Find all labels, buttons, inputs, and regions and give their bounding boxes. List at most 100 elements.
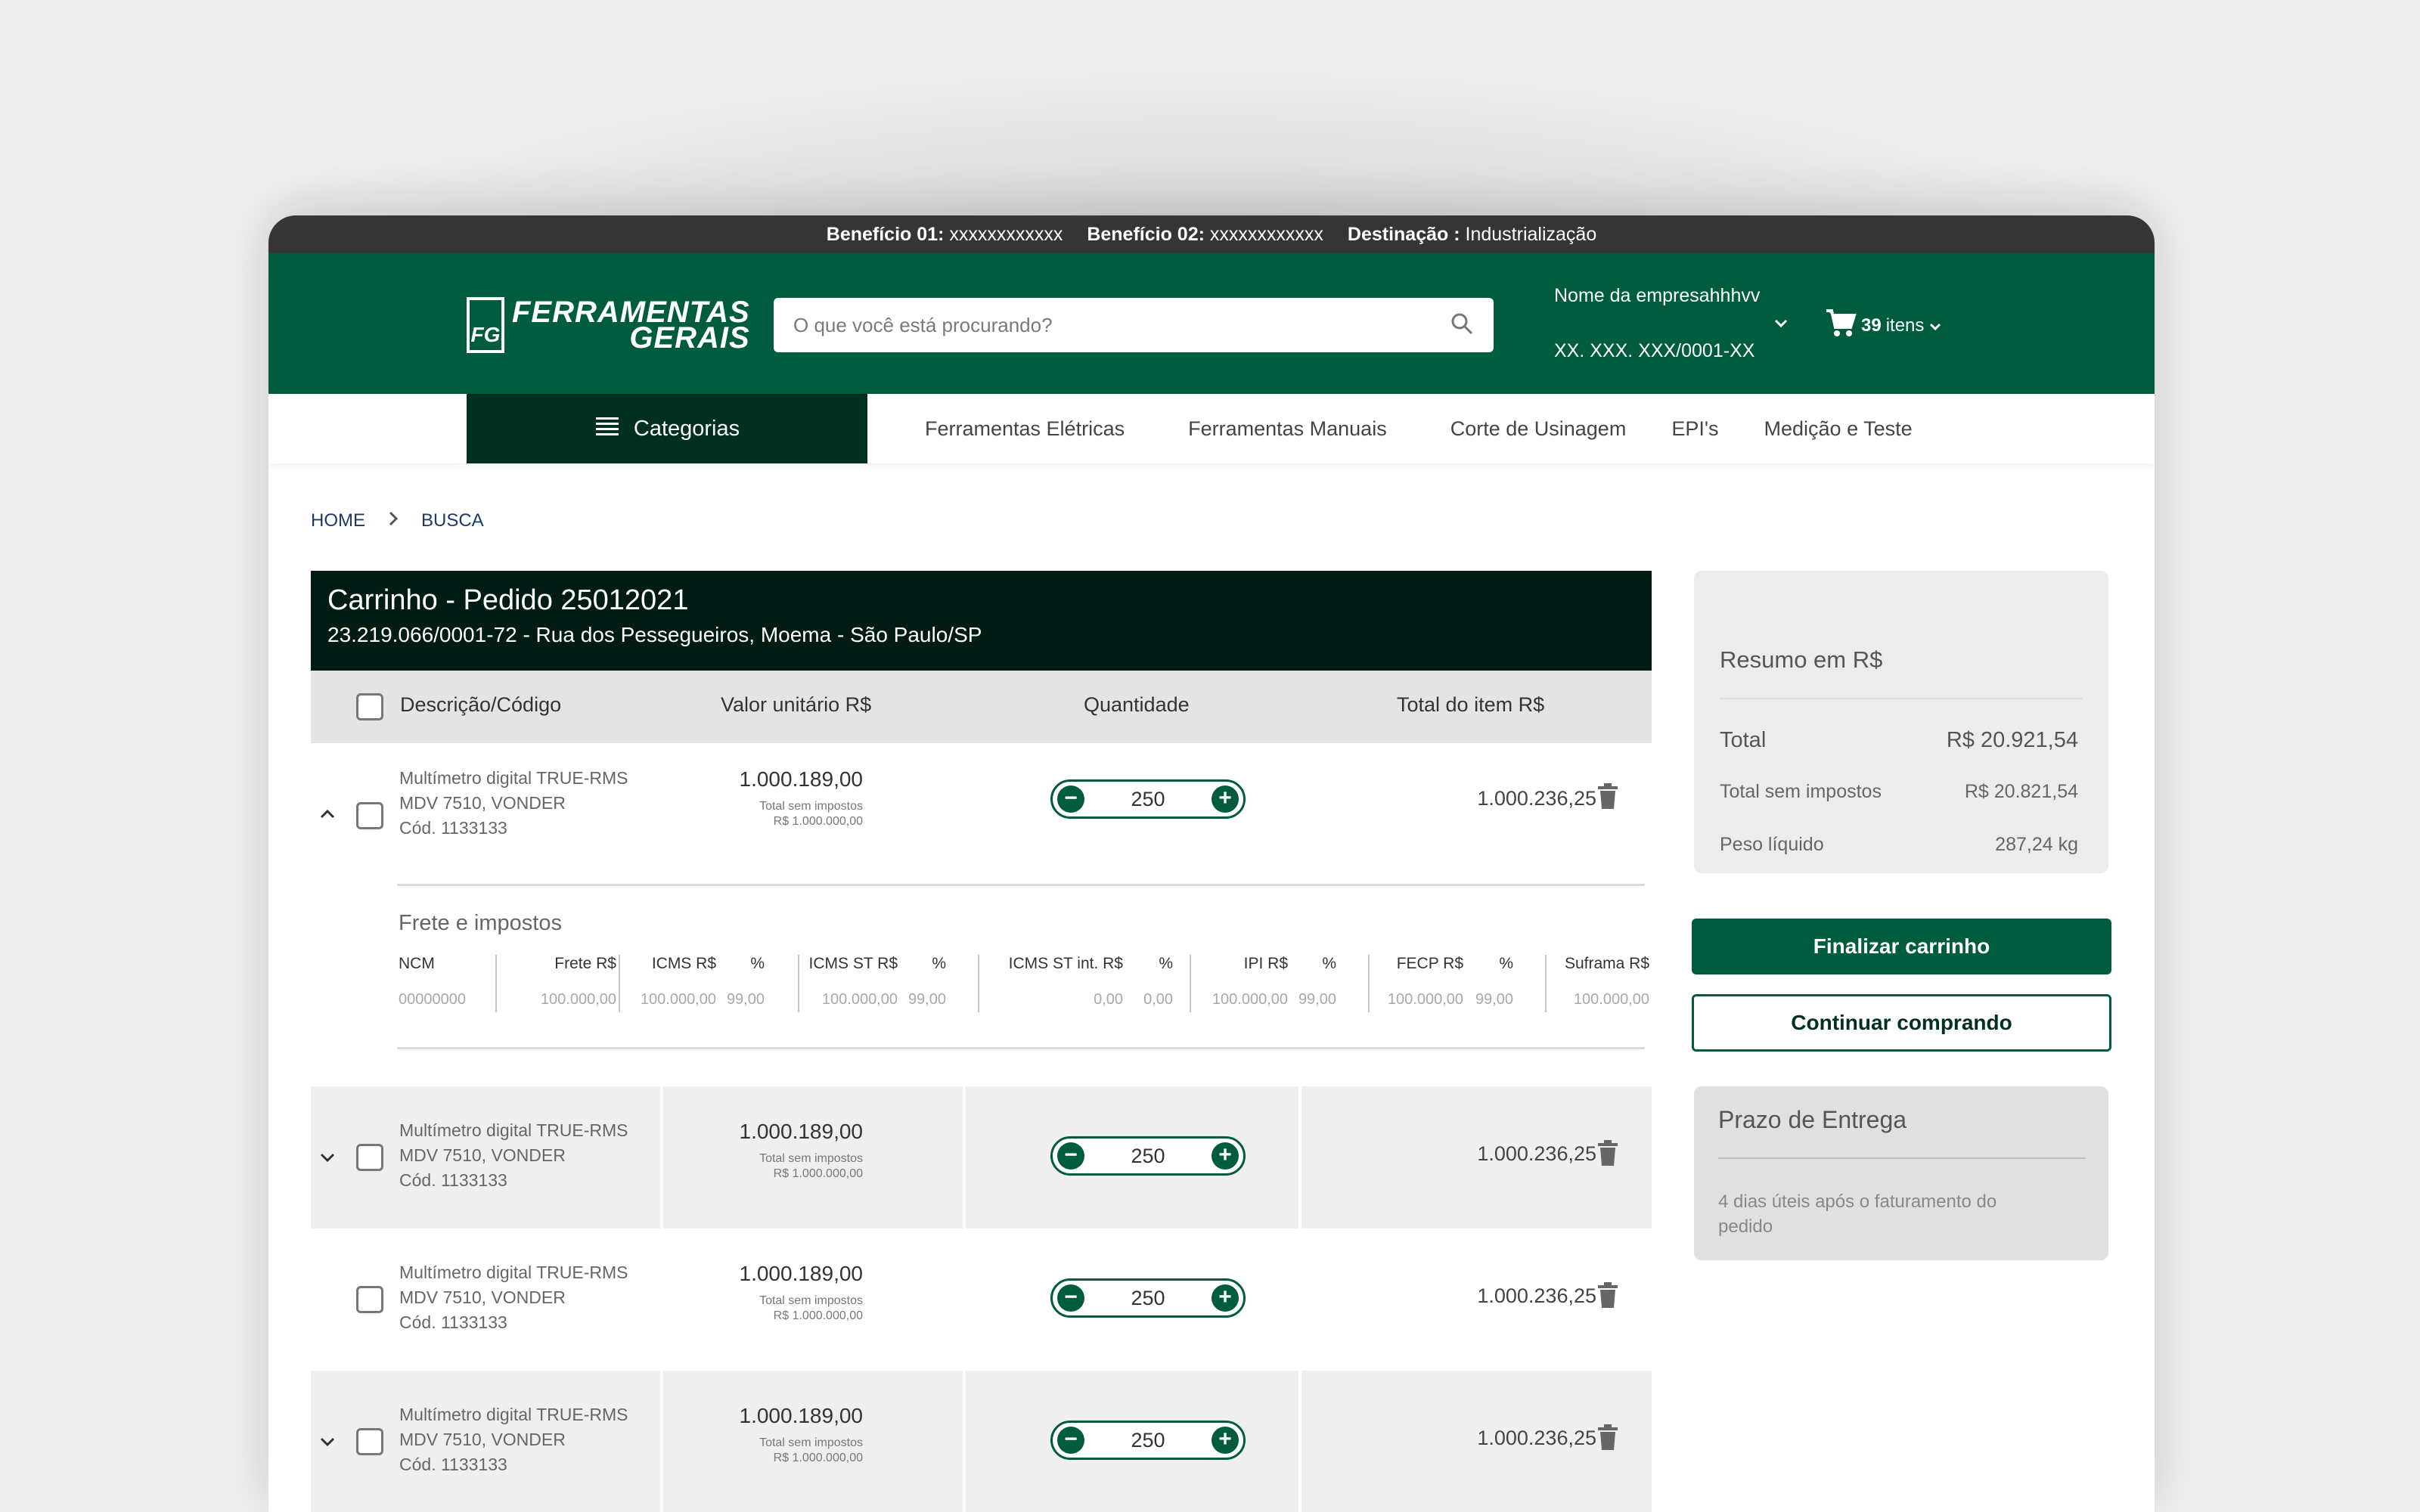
divider bbox=[397, 884, 1645, 886]
breadcrumb: HOME BUSCA bbox=[311, 509, 484, 532]
divider bbox=[1545, 955, 1547, 1012]
nav-ferramentas-manuais[interactable]: Ferramentas Manuais bbox=[1188, 417, 1387, 441]
col-total: Total do item R$ bbox=[1397, 693, 1545, 716]
freight-ipi: IPI R$ 100.000,00 bbox=[1212, 955, 1288, 1008]
divider bbox=[1190, 955, 1191, 1012]
table-row: Multímetro digital TRUE-RMS MDV 7510, VO… bbox=[311, 1086, 1652, 1228]
company-selector[interactable]: Nome da empresahhhvv XX. XXX. XXX/0001-X… bbox=[1554, 285, 1760, 362]
table-row: Multímetro digital TRUE-RMS MDV 7510, VO… bbox=[311, 743, 1652, 885]
cart-button[interactable]: 39 itens bbox=[1825, 308, 1942, 343]
plus-icon[interactable]: + bbox=[1212, 1142, 1239, 1170]
main-nav: Categorias Ferramentas Elétricas Ferrame… bbox=[268, 394, 2155, 463]
item-description: Multímetro digital TRUE-RMS MDV 7510, VO… bbox=[399, 1405, 628, 1474]
nav-epis[interactable]: EPI's bbox=[1671, 417, 1718, 441]
nav-corte-usinagem[interactable]: Corte de Usinagem bbox=[1450, 417, 1627, 441]
item-description: Multímetro digital TRUE-RMS MDV 7510, VO… bbox=[399, 1120, 628, 1190]
quantity-stepper: − 250 + bbox=[1050, 1278, 1246, 1318]
quantity-value[interactable]: 250 bbox=[1131, 788, 1165, 811]
divider bbox=[1718, 1157, 2086, 1159]
freight-title: Frete e impostos bbox=[399, 911, 562, 935]
nav-ferramentas-eletricas[interactable]: Ferramentas Elétricas bbox=[925, 417, 1125, 441]
plus-icon[interactable]: + bbox=[1212, 785, 1239, 813]
company-cnpj: XX. XXX. XXX/0001-XX bbox=[1554, 340, 1755, 361]
quantity-value[interactable]: 250 bbox=[1131, 1145, 1165, 1168]
continue-shopping-button[interactable]: Continuar comprando bbox=[1692, 994, 2111, 1052]
chevron-down-icon[interactable] bbox=[318, 1430, 337, 1453]
freight-fecp: FECP R$ 100.000,00 bbox=[1387, 955, 1463, 1008]
divider bbox=[963, 1086, 966, 1228]
plus-icon[interactable]: + bbox=[1212, 1284, 1239, 1312]
search-icon[interactable] bbox=[1450, 311, 1474, 339]
freight-icmsst-int-pct: % 0,00 bbox=[1143, 955, 1173, 1008]
col-description: Descrição/Código bbox=[400, 693, 562, 716]
freight-icmsst: ICMS ST R$ 100.000,00 bbox=[808, 955, 898, 1008]
minus-icon[interactable]: − bbox=[1057, 1142, 1084, 1170]
browser-window: Benefício 01: xxxxxxxxxxxx Benefício 02:… bbox=[268, 215, 2155, 1512]
unit-value: 1.000.189,00 Total sem impostos R$ 1.000… bbox=[739, 1404, 864, 1464]
quantity-value[interactable]: 250 bbox=[1131, 1287, 1165, 1310]
trash-icon[interactable] bbox=[1596, 1281, 1619, 1312]
chevron-down-icon[interactable] bbox=[318, 1145, 337, 1169]
row-checkbox[interactable] bbox=[356, 1428, 383, 1455]
summary-weight: Peso líquido 287,24 kg bbox=[1720, 834, 2078, 855]
col-unit-value: Valor unitário R$ bbox=[721, 693, 872, 716]
info-bar: Benefício 01: xxxxxxxxxxxx Benefício 02:… bbox=[268, 215, 2155, 253]
quantity-stepper: − 250 + bbox=[1050, 1136, 1246, 1176]
chevron-down-icon[interactable] bbox=[1773, 314, 1789, 333]
trash-icon[interactable] bbox=[1596, 1424, 1619, 1455]
search-input[interactable] bbox=[793, 313, 1413, 337]
breadcrumb-current[interactable]: BUSCA bbox=[421, 510, 484, 531]
row-checkbox[interactable] bbox=[356, 1286, 383, 1313]
col-quantity: Quantidade bbox=[1084, 693, 1190, 716]
categories-button[interactable]: Categorias bbox=[467, 394, 867, 463]
freight-suframa: Suframa R$ 100.000,00 bbox=[1564, 955, 1649, 1008]
divider bbox=[1298, 1086, 1302, 1228]
divider bbox=[978, 955, 979, 1012]
delivery-text: 4 dias úteis após o faturamento do pedid… bbox=[1718, 1191, 1997, 1237]
minus-icon[interactable]: − bbox=[1057, 1427, 1084, 1454]
item-total: 1.000.236,25 bbox=[1477, 1427, 1596, 1449]
company-name: Nome da empresahhhvv bbox=[1554, 285, 1761, 306]
divider bbox=[798, 955, 799, 1012]
site-header: FG FERRAMENTAS GERAIS Nome da empresahhh… bbox=[268, 253, 2155, 394]
plus-icon[interactable]: + bbox=[1212, 1427, 1239, 1454]
trash-icon[interactable] bbox=[1596, 782, 1619, 813]
item-total: 1.000.236,25 bbox=[1477, 1284, 1596, 1307]
chevron-down-icon bbox=[1928, 315, 1942, 336]
quantity-stepper: − 250 + bbox=[1050, 779, 1246, 819]
divider bbox=[660, 1371, 663, 1512]
background-shadow bbox=[227, 45, 2193, 242]
divider bbox=[963, 1371, 966, 1512]
select-all-checkbox[interactable] bbox=[356, 693, 383, 720]
delivery-panel: Prazo de Entrega 4 dias úteis após o fat… bbox=[1694, 1086, 2108, 1260]
quantity-value[interactable]: 250 bbox=[1131, 1429, 1165, 1452]
divider bbox=[660, 1086, 663, 1228]
nav-medicao-teste[interactable]: Medição e Teste bbox=[1764, 417, 1913, 441]
breadcrumb-home[interactable]: HOME bbox=[311, 510, 365, 531]
summary-total: Total R$ 20.921,54 bbox=[1720, 728, 2078, 752]
destinacao: Destinação : Industrialização bbox=[1347, 223, 1597, 245]
table-header: Descrição/Código Valor unitário R$ Quant… bbox=[311, 671, 1652, 743]
beneficio-01: Benefício 01: xxxxxxxxxxxx bbox=[826, 223, 1063, 245]
minus-icon[interactable]: − bbox=[1057, 1284, 1084, 1312]
divider bbox=[1720, 698, 2083, 699]
freight-ipi-pct: % 99,00 bbox=[1298, 955, 1336, 1008]
item-total: 1.000.236,25 bbox=[1477, 1142, 1596, 1165]
item-total: 1.000.236,25 bbox=[1477, 787, 1596, 810]
freight-frete: Frete R$ 100.000,00 bbox=[540, 955, 616, 1008]
chevron-up-icon[interactable] bbox=[318, 802, 337, 826]
divider bbox=[1298, 1371, 1302, 1512]
row-checkbox[interactable] bbox=[356, 1144, 383, 1171]
row-checkbox[interactable] bbox=[356, 802, 383, 829]
finish-cart-button[interactable]: Finalizar carrinho bbox=[1692, 919, 2111, 974]
quantity-stepper: − 250 + bbox=[1050, 1421, 1246, 1460]
unit-value: 1.000.189,00 Total sem impostos R$ 1.000… bbox=[739, 767, 864, 828]
freight-icmsst-pct: % 99,00 bbox=[908, 955, 946, 1008]
menu-icon bbox=[594, 415, 620, 442]
trash-icon[interactable] bbox=[1596, 1139, 1619, 1170]
logo[interactable]: FG FERRAMENTAS GERAIS bbox=[467, 297, 750, 353]
cart-subtitle: 23.219.066/0001-72 - Rua dos Pessegueiro… bbox=[327, 623, 982, 646]
minus-icon[interactable]: − bbox=[1057, 785, 1084, 813]
freight-icms: ICMS R$ 100.000,00 bbox=[640, 955, 716, 1008]
nav-links: Ferramentas Elétricas Ferramentas Manuai… bbox=[925, 394, 1976, 463]
